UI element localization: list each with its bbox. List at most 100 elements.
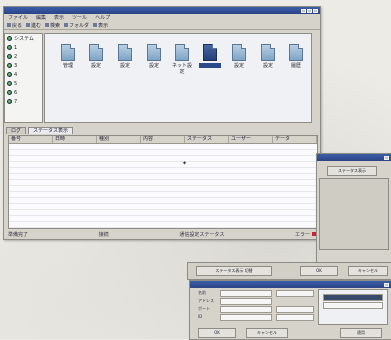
document-icon <box>147 44 161 61</box>
cancel-button[interactable]: キャンセル <box>246 328 288 338</box>
view-label: 表示 <box>98 22 109 29</box>
tree-item[interactable]: 5 <box>5 79 42 88</box>
node-icon <box>7 99 12 104</box>
back-button[interactable]: 戻る <box>7 22 22 29</box>
table-body[interactable] <box>9 144 317 228</box>
name-field[interactable] <box>220 290 272 297</box>
file-item[interactable]: 設定 <box>257 44 279 69</box>
tree-item[interactable]: 4 <box>5 70 42 79</box>
file-label: 設定 <box>233 63 244 69</box>
value-field[interactable] <box>276 314 314 321</box>
file-item[interactable]: 設定 <box>114 44 136 69</box>
address-field[interactable] <box>220 298 272 305</box>
folders-label: フォルダ <box>69 22 90 29</box>
file-label: 設定 <box>119 63 130 69</box>
toolbar: 戻る 進む 検索 フォルダ 表示 <box>4 21 320 30</box>
ok-button[interactable]: OK <box>300 266 338 276</box>
close-button[interactable] <box>313 8 318 13</box>
file-item[interactable]: 履歴 <box>285 44 307 69</box>
ok-button[interactable]: OK <box>198 328 236 338</box>
node-icon <box>7 54 12 59</box>
column-header[interactable]: ユーザー <box>229 136 273 143</box>
tree-item[interactable]: 6 <box>5 88 42 97</box>
title-bar <box>4 7 320 14</box>
search-button[interactable]: 検索 <box>45 22 60 29</box>
back-label: 戻る <box>12 22 23 29</box>
tree-label: 1 <box>14 44 18 51</box>
tree-item[interactable]: 1 <box>5 43 42 52</box>
menu-help[interactable]: ヘルプ <box>95 14 110 21</box>
settings-title-bar <box>190 281 391 288</box>
node-icon <box>7 36 12 41</box>
forward-button[interactable]: 進む <box>26 22 41 29</box>
tab-strip: ログ ステータス表示 <box>6 127 74 134</box>
file-icon-pane: 管理 設定 設定 設定 ネット設定 設定 設定 履歴 <box>44 33 312 123</box>
tab-status[interactable]: ステータス表示 <box>28 127 74 134</box>
file-label: 設定 <box>90 63 101 69</box>
minimize-button[interactable] <box>301 8 306 13</box>
forward-icon <box>26 23 31 27</box>
value-field[interactable] <box>276 290 314 297</box>
column-header[interactable]: 内容 <box>141 136 185 143</box>
document-icon <box>118 44 132 61</box>
status-error-label: エラー <box>294 231 310 238</box>
close-button[interactable] <box>384 155 389 160</box>
tree-item[interactable]: 2 <box>5 52 42 61</box>
file-item[interactable]: 管理 <box>57 44 79 69</box>
tree-label: 5 <box>14 80 18 87</box>
back-icon <box>7 23 11 27</box>
file-label: 設定 <box>148 63 159 69</box>
view-button[interactable]: 表示 <box>93 22 108 29</box>
status-connection: 接続 <box>98 231 109 238</box>
status-bar: 準備完了 接続 通信設定ステータス エラー <box>4 230 320 238</box>
document-icon <box>289 44 303 61</box>
action-bar: ステータス表示 切替 OK キャンセル <box>187 262 391 280</box>
column-header[interactable]: データ <box>273 136 317 143</box>
id-field[interactable] <box>220 314 272 321</box>
tab-log[interactable]: ログ <box>6 127 27 134</box>
file-item[interactable]: 設定 <box>143 44 165 69</box>
mouse-pointer-icon: ✦ <box>182 160 188 167</box>
folder-icon <box>64 23 69 27</box>
document-icon <box>61 44 75 61</box>
status-center: 通信設定ステータス <box>179 231 225 238</box>
table-header: 番号 日時 種別 内容 ステータス ユーザー データ <box>9 136 317 144</box>
document-icon <box>89 44 103 61</box>
status-toggle-button[interactable]: ステータス表示 切替 <box>196 266 272 276</box>
tree-item[interactable]: 3 <box>5 61 42 70</box>
menu-tools[interactable]: ツール <box>72 14 87 21</box>
menu-view[interactable]: 表示 <box>54 14 64 21</box>
file-item[interactable]: ネット設定 <box>171 44 193 75</box>
port-field[interactable] <box>220 306 272 313</box>
preview-panel <box>318 289 388 325</box>
column-header[interactable]: ステータス <box>185 136 229 143</box>
file-item-selected[interactable] <box>199 44 221 68</box>
maximize-button[interactable] <box>307 8 312 13</box>
status-error: エラー <box>295 231 316 238</box>
search-icon <box>45 23 50 27</box>
tree-item-root[interactable]: システム <box>5 34 42 43</box>
menu-edit[interactable]: 編集 <box>36 14 46 21</box>
file-label: ネット設定 <box>171 63 192 75</box>
row-label: ID <box>198 314 203 319</box>
tree-label: 4 <box>14 71 18 78</box>
document-icon <box>232 44 246 61</box>
file-item[interactable]: 設定 <box>228 44 250 69</box>
menu-bar: ファイル 編集 表示 ツール ヘルプ <box>4 14 320 21</box>
menu-file[interactable]: ファイル <box>8 14 28 21</box>
status-title-button[interactable]: ステータス表示 <box>327 166 377 176</box>
cancel-button[interactable]: キャンセル <box>348 266 388 276</box>
tree-pane: システム 1 2 3 4 5 6 7 <box>4 33 43 123</box>
column-header[interactable]: 番号 <box>9 136 53 143</box>
value-field[interactable] <box>276 306 314 313</box>
close-button[interactable] <box>384 282 389 287</box>
apply-button[interactable]: 適用 <box>340 328 382 338</box>
column-header[interactable]: 日時 <box>53 136 97 143</box>
tree-item[interactable]: 7 <box>5 97 42 106</box>
node-icon <box>7 90 12 95</box>
tree-label: 3 <box>14 62 18 69</box>
column-header[interactable]: 種別 <box>97 136 141 143</box>
folders-button[interactable]: フォルダ <box>64 22 89 29</box>
file-item[interactable]: 設定 <box>85 44 107 69</box>
status-ready: 準備完了 <box>8 231 29 238</box>
